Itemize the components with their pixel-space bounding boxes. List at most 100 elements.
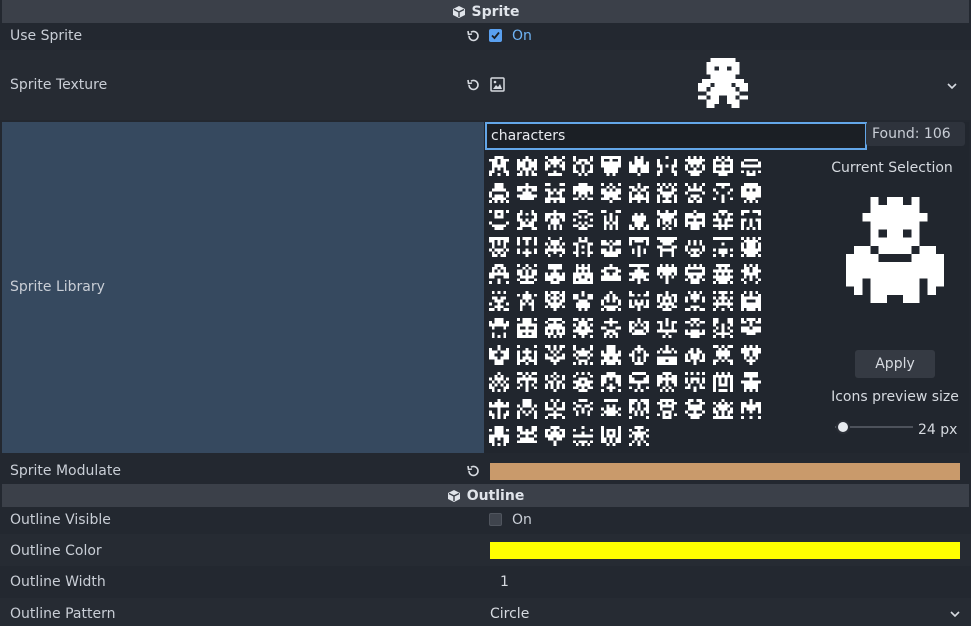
sprite-search-input[interactable]: characters xyxy=(485,122,867,150)
sprite-grid-item[interactable] xyxy=(485,341,513,368)
sprite-grid-item[interactable] xyxy=(737,233,765,260)
sprite-grid-item[interactable] xyxy=(513,179,541,206)
sprite-grid-item[interactable] xyxy=(625,206,653,233)
sprite-grid-item[interactable] xyxy=(653,341,681,368)
preview-size-slider-knob[interactable] xyxy=(836,420,850,434)
sprite-grid-item[interactable] xyxy=(737,260,765,287)
sprite-grid-item[interactable] xyxy=(485,422,513,449)
sprite-grid-item[interactable] xyxy=(737,368,765,395)
sprite-grid-item[interactable] xyxy=(709,206,737,233)
use-sprite-value[interactable]: On xyxy=(512,26,532,46)
sprite-grid-item[interactable] xyxy=(513,341,541,368)
sprite-grid-item[interactable] xyxy=(513,233,541,260)
sprite-grid-item[interactable] xyxy=(541,179,569,206)
sprite-grid-item[interactable] xyxy=(541,260,569,287)
chevron-down-icon[interactable] xyxy=(946,79,958,95)
sprite-grid-item[interactable] xyxy=(485,179,513,206)
sprite-grid-item[interactable] xyxy=(681,341,709,368)
sprite-grid-item[interactable] xyxy=(653,368,681,395)
outline-section-header[interactable]: Outline xyxy=(2,484,969,507)
sprite-grid-item[interactable] xyxy=(597,314,625,341)
sprite-grid-item[interactable] xyxy=(597,395,625,422)
outline-color-swatch[interactable] xyxy=(490,542,960,559)
sprite-grid-item[interactable] xyxy=(653,152,681,179)
sprite-grid-item[interactable] xyxy=(737,206,765,233)
sprite-grid-item[interactable] xyxy=(737,314,765,341)
sprite-grid-item[interactable] xyxy=(597,260,625,287)
sprite-grid-item[interactable] xyxy=(681,314,709,341)
sprite-grid-item[interactable] xyxy=(485,314,513,341)
sprite-grid-item[interactable] xyxy=(709,341,737,368)
sprite-grid-item[interactable] xyxy=(681,152,709,179)
sprite-grid-item[interactable] xyxy=(485,233,513,260)
sprite-grid-item[interactable] xyxy=(709,314,737,341)
sprite-grid-item[interactable] xyxy=(597,341,625,368)
sprite-grid-item[interactable] xyxy=(653,314,681,341)
sprite-grid-item[interactable] xyxy=(625,395,653,422)
sprite-grid-item[interactable] xyxy=(569,395,597,422)
sprite-grid-item[interactable] xyxy=(709,260,737,287)
sprite-grid-item[interactable] xyxy=(625,287,653,314)
sprite-grid-item[interactable] xyxy=(653,395,681,422)
outline-pattern-dropdown[interactable]: Circle xyxy=(485,602,971,626)
sprite-grid-item[interactable] xyxy=(597,179,625,206)
sprite-grid-item[interactable] xyxy=(569,422,597,449)
sprite-grid-item[interactable] xyxy=(709,287,737,314)
sprite-grid-item[interactable] xyxy=(485,287,513,314)
use-sprite-checkbox[interactable] xyxy=(489,29,502,42)
sprite-grid-item[interactable] xyxy=(513,368,541,395)
sprite-grid-item[interactable] xyxy=(681,287,709,314)
sprite-grid-item[interactable] xyxy=(681,206,709,233)
revert-icon[interactable] xyxy=(465,28,481,44)
sprite-grid-item[interactable] xyxy=(569,206,597,233)
sprite-grid-item[interactable] xyxy=(513,152,541,179)
sprite-grid-item[interactable] xyxy=(625,152,653,179)
sprite-grid-item[interactable] xyxy=(597,368,625,395)
sprite-grid-item[interactable] xyxy=(737,287,765,314)
sprite-grid-item[interactable] xyxy=(653,233,681,260)
sprite-grid-item[interactable] xyxy=(485,395,513,422)
apply-button[interactable]: Apply xyxy=(855,350,935,378)
sprite-grid-item[interactable] xyxy=(625,341,653,368)
sprite-grid-item[interactable] xyxy=(485,206,513,233)
sprite-grid-item[interactable] xyxy=(737,341,765,368)
sprite-grid-item[interactable] xyxy=(681,179,709,206)
sprite-grid-item[interactable] xyxy=(625,422,653,449)
sprite-grid-item[interactable] xyxy=(541,368,569,395)
sprite-grid-item[interactable] xyxy=(709,233,737,260)
sprite-grid-item[interactable] xyxy=(541,152,569,179)
sprite-grid-item[interactable] xyxy=(541,206,569,233)
sprite-grid-item[interactable] xyxy=(737,179,765,206)
sprite-grid-item[interactable] xyxy=(513,314,541,341)
sprite-grid-item[interactable] xyxy=(709,179,737,206)
sprite-grid-item[interactable] xyxy=(625,368,653,395)
sprite-grid-item[interactable] xyxy=(625,233,653,260)
sprite-grid-item[interactable] xyxy=(513,260,541,287)
sprite-grid-item[interactable] xyxy=(737,152,765,179)
sprite-grid-item[interactable] xyxy=(653,287,681,314)
sprite-grid-item[interactable] xyxy=(681,395,709,422)
sprite-grid-item[interactable] xyxy=(541,287,569,314)
sprite-grid-item[interactable] xyxy=(485,260,513,287)
sprite-grid-item[interactable] xyxy=(653,179,681,206)
sprite-grid-item[interactable] xyxy=(541,341,569,368)
sprite-grid-item[interactable] xyxy=(625,314,653,341)
sprite-grid-item[interactable] xyxy=(681,260,709,287)
outline-width-input[interactable]: 1 xyxy=(485,570,971,594)
sprite-grid-item[interactable] xyxy=(513,395,541,422)
sprite-grid-item[interactable] xyxy=(513,422,541,449)
sprite-section-header[interactable]: Sprite xyxy=(2,0,969,23)
sprite-grid-item[interactable] xyxy=(541,395,569,422)
sprite-grid-item[interactable] xyxy=(681,368,709,395)
sprite-grid-item[interactable] xyxy=(569,260,597,287)
sprite-grid-item[interactable] xyxy=(597,206,625,233)
sprite-grid-item[interactable] xyxy=(541,314,569,341)
sprite-grid-item[interactable] xyxy=(569,179,597,206)
sprite-grid-item[interactable] xyxy=(569,314,597,341)
sprite-grid-item[interactable] xyxy=(513,206,541,233)
revert-icon[interactable] xyxy=(465,77,481,93)
sprite-grid-item[interactable] xyxy=(597,233,625,260)
revert-icon[interactable] xyxy=(465,463,481,479)
sprite-grid-item[interactable] xyxy=(681,233,709,260)
sprite-grid-item[interactable] xyxy=(709,395,737,422)
